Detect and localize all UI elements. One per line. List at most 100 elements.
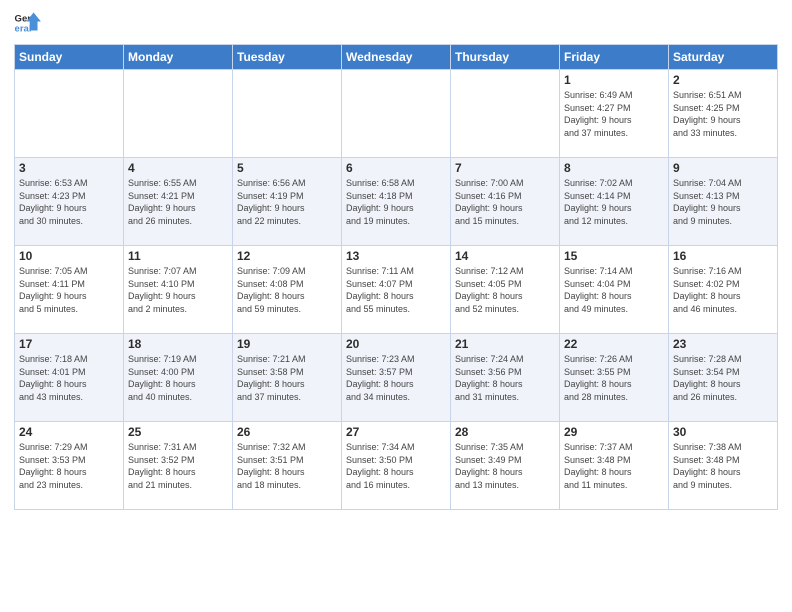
- calendar-week-1: 1Sunrise: 6:49 AM Sunset: 4:27 PM Daylig…: [15, 70, 778, 158]
- logo-icon: General: [14, 10, 42, 38]
- day-number: 7: [455, 161, 555, 175]
- day-info: Sunrise: 7:35 AM Sunset: 3:49 PM Dayligh…: [455, 441, 555, 491]
- svg-text:eral: eral: [15, 24, 32, 35]
- day-number: 27: [346, 425, 446, 439]
- calendar-week-5: 24 Sunrise: 7:29 AM Sunset: 3:53 PM Dayli…: [15, 422, 778, 510]
- calendar-cell: 14 Sunrise: 7:12 AM Sunset: 4:05 PM Dayli…: [451, 246, 560, 334]
- day-number: 12: [237, 249, 337, 263]
- calendar-week-2: 3 Sunrise: 6:53 AM Sunset: 4:23 PM Daylig…: [15, 158, 778, 246]
- day-number: 21: [455, 337, 555, 351]
- day-info: Sunrise: 6:58 AM Sunset: 4:18 PM Dayligh…: [346, 177, 446, 227]
- calendar-cell: 26 Sunrise: 7:32 AM Sunset: 3:51 PM Dayli…: [233, 422, 342, 510]
- day-info: Sunrise: 6:53 AM Sunset: 4:23 PM Dayligh…: [19, 177, 119, 227]
- day-info: Sunrise: 7:09 AM Sunset: 4:08 PM Dayligh…: [237, 265, 337, 315]
- day-info: Sunrise: 7:04 AM Sunset: 4:13 PM Dayligh…: [673, 177, 773, 227]
- day-number: 22: [564, 337, 664, 351]
- day-info: Sunrise: 7:18 AM Sunset: 4:01 PM Dayligh…: [19, 353, 119, 403]
- page: General SundayMondayTuesdayWednesdayThur…: [0, 0, 792, 612]
- calendar-week-3: 10Sunrise: 7:05 AM Sunset: 4:11 PM Dayli…: [15, 246, 778, 334]
- calendar-cell: 24 Sunrise: 7:29 AM Sunset: 3:53 PM Dayli…: [15, 422, 124, 510]
- day-number: 2: [673, 73, 773, 87]
- day-info: Sunrise: 7:37 AM Sunset: 3:48 PM Dayligh…: [564, 441, 664, 491]
- day-number: 17: [19, 337, 119, 351]
- day-number: 18: [128, 337, 228, 351]
- calendar-cell: 27 Sunrise: 7:34 AM Sunset: 3:50 PM Dayli…: [342, 422, 451, 510]
- calendar-cell: 3 Sunrise: 6:53 AM Sunset: 4:23 PM Daylig…: [15, 158, 124, 246]
- day-info: Sunrise: 7:00 AM Sunset: 4:16 PM Dayligh…: [455, 177, 555, 227]
- day-number: 6: [346, 161, 446, 175]
- day-info: Sunrise: 7:26 AM Sunset: 3:55 PM Dayligh…: [564, 353, 664, 403]
- day-number: 11: [128, 249, 228, 263]
- calendar-cell: 18 Sunrise: 7:19 AM Sunset: 4:00 PM Dayli…: [124, 334, 233, 422]
- calendar-cell: 22 Sunrise: 7:26 AM Sunset: 3:55 PM Dayli…: [560, 334, 669, 422]
- calendar-cell: 17 Sunrise: 7:18 AM Sunset: 4:01 PM Dayli…: [15, 334, 124, 422]
- calendar-header-thursday: Thursday: [451, 45, 560, 70]
- day-info: Sunrise: 6:51 AM Sunset: 4:25 PM Dayligh…: [673, 89, 773, 139]
- day-number: 13: [346, 249, 446, 263]
- day-info: Sunrise: 7:05 AM Sunset: 4:11 PM Dayligh…: [19, 265, 119, 315]
- calendar-cell: 10Sunrise: 7:05 AM Sunset: 4:11 PM Dayli…: [15, 246, 124, 334]
- calendar-header-wednesday: Wednesday: [342, 45, 451, 70]
- day-info: Sunrise: 7:32 AM Sunset: 3:51 PM Dayligh…: [237, 441, 337, 491]
- calendar-cell: 9 Sunrise: 7:04 AM Sunset: 4:13 PM Daylig…: [669, 158, 778, 246]
- day-number: 15: [564, 249, 664, 263]
- calendar-cell: 29Sunrise: 7:37 AM Sunset: 3:48 PM Dayli…: [560, 422, 669, 510]
- day-number: 19: [237, 337, 337, 351]
- calendar-cell: [15, 70, 124, 158]
- day-info: Sunrise: 7:07 AM Sunset: 4:10 PM Dayligh…: [128, 265, 228, 315]
- calendar-cell: 8 Sunrise: 7:02 AM Sunset: 4:14 PM Daylig…: [560, 158, 669, 246]
- day-info: Sunrise: 7:31 AM Sunset: 3:52 PM Dayligh…: [128, 441, 228, 491]
- day-number: 26: [237, 425, 337, 439]
- day-info: Sunrise: 7:02 AM Sunset: 4:14 PM Dayligh…: [564, 177, 664, 227]
- day-number: 5: [237, 161, 337, 175]
- calendar-cell: 7 Sunrise: 7:00 AM Sunset: 4:16 PM Daylig…: [451, 158, 560, 246]
- calendar-week-4: 17 Sunrise: 7:18 AM Sunset: 4:01 PM Dayli…: [15, 334, 778, 422]
- day-number: 16: [673, 249, 773, 263]
- calendar-cell: 25 Sunrise: 7:31 AM Sunset: 3:52 PM Dayli…: [124, 422, 233, 510]
- calendar-cell: 1Sunrise: 6:49 AM Sunset: 4:27 PM Daylig…: [560, 70, 669, 158]
- calendar-cell: 5 Sunrise: 6:56 AM Sunset: 4:19 PM Daylig…: [233, 158, 342, 246]
- day-number: 4: [128, 161, 228, 175]
- calendar-cell: [451, 70, 560, 158]
- day-info: Sunrise: 7:11 AM Sunset: 4:07 PM Dayligh…: [346, 265, 446, 315]
- day-info: Sunrise: 7:23 AM Sunset: 3:57 PM Dayligh…: [346, 353, 446, 403]
- day-info: Sunrise: 7:29 AM Sunset: 3:53 PM Dayligh…: [19, 441, 119, 491]
- calendar-cell: [233, 70, 342, 158]
- calendar-cell: 15Sunrise: 7:14 AM Sunset: 4:04 PM Dayli…: [560, 246, 669, 334]
- day-info: Sunrise: 7:34 AM Sunset: 3:50 PM Dayligh…: [346, 441, 446, 491]
- day-number: 24: [19, 425, 119, 439]
- day-number: 20: [346, 337, 446, 351]
- logo: General: [14, 10, 44, 38]
- day-number: 30: [673, 425, 773, 439]
- day-info: Sunrise: 7:21 AM Sunset: 3:58 PM Dayligh…: [237, 353, 337, 403]
- day-info: Sunrise: 6:49 AM Sunset: 4:27 PM Dayligh…: [564, 89, 664, 139]
- calendar-cell: 11 Sunrise: 7:07 AM Sunset: 4:10 PM Dayli…: [124, 246, 233, 334]
- calendar-cell: [124, 70, 233, 158]
- day-number: 9: [673, 161, 773, 175]
- day-number: 28: [455, 425, 555, 439]
- calendar-cell: 23 Sunrise: 7:28 AM Sunset: 3:54 PM Dayli…: [669, 334, 778, 422]
- day-number: 23: [673, 337, 773, 351]
- header: General: [14, 10, 778, 38]
- day-number: 14: [455, 249, 555, 263]
- calendar-header-friday: Friday: [560, 45, 669, 70]
- day-info: Sunrise: 7:19 AM Sunset: 4:00 PM Dayligh…: [128, 353, 228, 403]
- day-info: Sunrise: 7:38 AM Sunset: 3:48 PM Dayligh…: [673, 441, 773, 491]
- calendar-cell: 13 Sunrise: 7:11 AM Sunset: 4:07 PM Dayli…: [342, 246, 451, 334]
- calendar-cell: 19 Sunrise: 7:21 AM Sunset: 3:58 PM Dayli…: [233, 334, 342, 422]
- calendar-cell: 20 Sunrise: 7:23 AM Sunset: 3:57 PM Dayli…: [342, 334, 451, 422]
- calendar-header-sunday: Sunday: [15, 45, 124, 70]
- calendar-header-row: SundayMondayTuesdayWednesdayThursdayFrid…: [15, 45, 778, 70]
- day-info: Sunrise: 6:56 AM Sunset: 4:19 PM Dayligh…: [237, 177, 337, 227]
- day-info: Sunrise: 7:12 AM Sunset: 4:05 PM Dayligh…: [455, 265, 555, 315]
- calendar-cell: 6 Sunrise: 6:58 AM Sunset: 4:18 PM Daylig…: [342, 158, 451, 246]
- calendar-cell: 12 Sunrise: 7:09 AM Sunset: 4:08 PM Dayli…: [233, 246, 342, 334]
- day-number: 25: [128, 425, 228, 439]
- day-number: 8: [564, 161, 664, 175]
- day-info: Sunrise: 7:28 AM Sunset: 3:54 PM Dayligh…: [673, 353, 773, 403]
- calendar-header-tuesday: Tuesday: [233, 45, 342, 70]
- calendar-cell: 30 Sunrise: 7:38 AM Sunset: 3:48 PM Dayli…: [669, 422, 778, 510]
- day-number: 3: [19, 161, 119, 175]
- calendar-cell: 21Sunrise: 7:24 AM Sunset: 3:56 PM Dayli…: [451, 334, 560, 422]
- calendar-header-saturday: Saturday: [669, 45, 778, 70]
